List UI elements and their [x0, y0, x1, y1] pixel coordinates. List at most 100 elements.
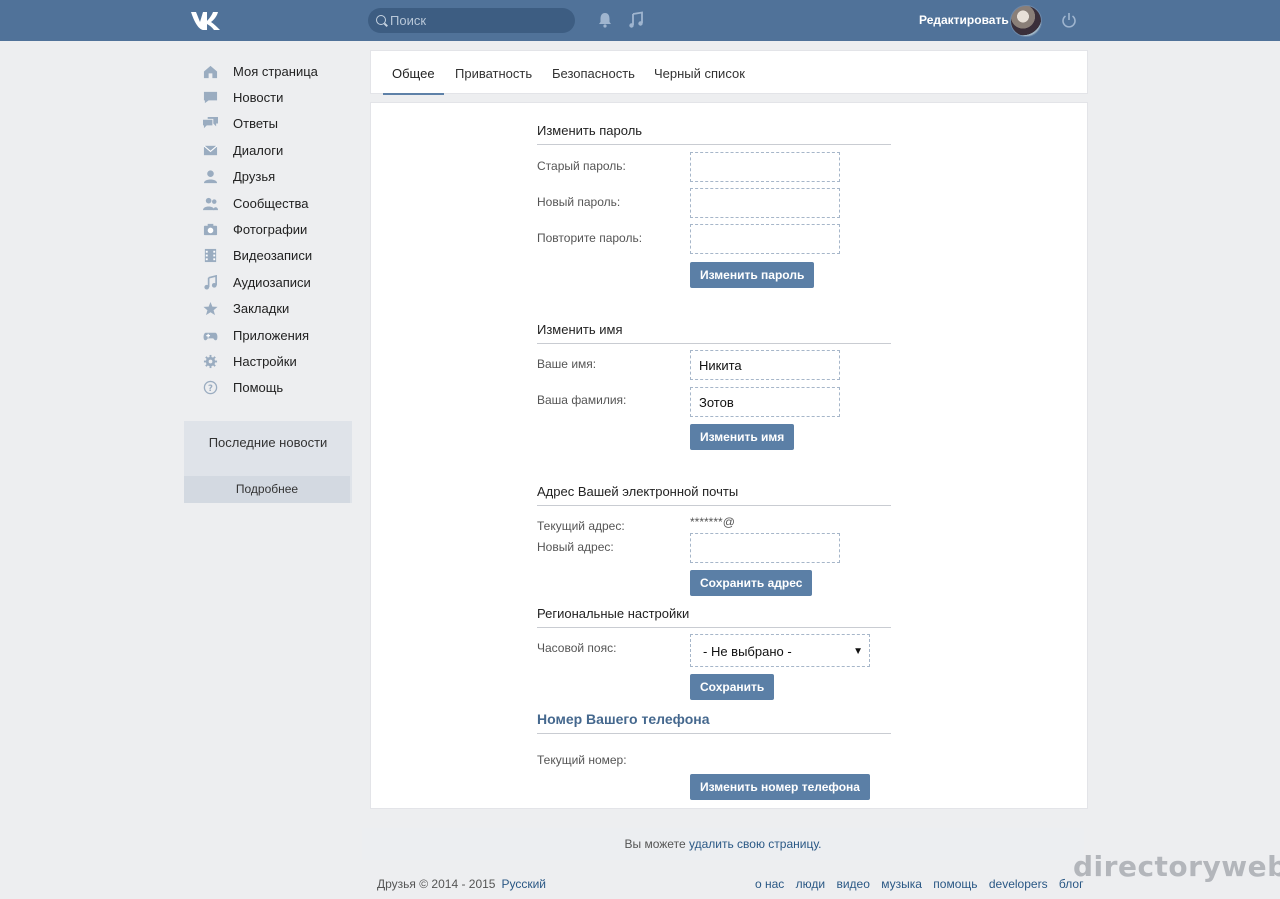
music-icon [202, 274, 218, 290]
current-email-label: Текущий адрес: [537, 519, 625, 533]
top-header: Редактировать [0, 0, 1280, 41]
sidebar-item-label: Настройки [233, 353, 297, 369]
new-password-label: Новый пароль: [537, 195, 621, 209]
more-button[interactable]: Подробнее [184, 476, 350, 503]
change-password-button[interactable]: Изменить пароль [690, 262, 815, 288]
delete-page-prefix: Вы можете [624, 837, 686, 851]
sidebar-item[interactable]: Диалоги [196, 137, 352, 163]
timezone-label: Часовой пояс: [537, 641, 617, 655]
dropdown-arrow-icon: ▼ [853, 646, 863, 657]
footer-link-video[interactable]: видео [836, 877, 869, 891]
save-regional-button[interactable]: Сохранить [690, 674, 775, 700]
friends-icon [202, 169, 218, 185]
sidebar-item-label: Друзья [233, 169, 276, 185]
delete-page-bar: Вы можете удалить свою страницу. [362, 828, 1084, 860]
sidebar-item[interactable]: Видеозаписи [196, 243, 352, 269]
latest-news-block: Последние новости Подробнее [184, 421, 352, 503]
groups-icon [202, 195, 218, 211]
change-phone-button[interactable]: Изменить номер телефона [690, 774, 870, 800]
sidebar-item-label: Моя страница [233, 63, 318, 79]
phone-section-title: Номер Вашего телефона [537, 711, 891, 734]
video-icon [202, 248, 218, 264]
current-email-value: *******@ [690, 515, 735, 529]
name-section-title: Изменить имя [537, 322, 891, 344]
sidebar-item-label: Аудиозаписи [233, 274, 311, 290]
sidebar-item-label: Помощь [233, 380, 284, 396]
bell-icon[interactable] [596, 11, 614, 29]
star-icon [202, 301, 218, 317]
sidebar-item-label: Новости [233, 90, 284, 106]
search-input[interactable] [390, 8, 570, 33]
sidebar-item[interactable]: Настройки [196, 348, 352, 374]
latest-news-title[interactable]: Последние новости [184, 435, 352, 450]
repeat-password-field[interactable] [690, 224, 840, 254]
home-icon [202, 63, 218, 79]
footer-link-help[interactable]: помощь [933, 877, 977, 891]
footer-link-music[interactable]: музыка [881, 877, 922, 891]
old-password-field[interactable] [690, 152, 840, 182]
sidebar-item[interactable]: Аудиозаписи [196, 269, 352, 295]
footer-link-developers[interactable]: developers [989, 877, 1048, 891]
news-icon [202, 90, 218, 106]
sidebar-item-label: Видеозаписи [233, 248, 313, 264]
answers-icon [202, 116, 218, 132]
last-name-field[interactable] [690, 387, 840, 417]
gamepad-icon [202, 327, 218, 343]
save-email-button[interactable]: Сохранить адрес [690, 570, 813, 596]
old-password-label: Старый пароль: [537, 159, 626, 173]
sidebar-item[interactable]: Моя страница [196, 58, 352, 84]
watermark: directorywebru [1073, 850, 1280, 883]
timezone-value: - Не выбрано - [703, 644, 792, 659]
copyright-text: Друзья © 2014 - 2015 [377, 877, 496, 891]
sidebar-item-label: Диалоги [233, 142, 284, 158]
sidebar-item-label: Закладки [233, 301, 290, 317]
sidebar-item-label: Приложения [233, 327, 310, 343]
timezone-select[interactable]: - Не выбрано - ▼ [690, 634, 870, 667]
first-name-field[interactable] [690, 350, 840, 380]
help-icon: ? [202, 380, 218, 396]
last-name-label: Ваша фамилия: [537, 393, 627, 407]
vk-logo-icon[interactable] [190, 9, 222, 31]
change-name-button[interactable]: Изменить имя [690, 424, 795, 450]
watermark-text: directoryweb [1073, 850, 1280, 883]
footer-copyright: Друзья © 2014 - 2015 Русский [377, 877, 546, 891]
new-email-field[interactable] [690, 533, 840, 563]
sidebar-item[interactable]: Сообщества [196, 190, 352, 216]
tab-blacklist[interactable]: Черный список [654, 51, 745, 95]
email-section-title: Адрес Вашей электронной почты [537, 484, 891, 506]
regional-section-title: Региональные настройки [537, 606, 891, 628]
new-email-label: Новый адрес: [537, 540, 614, 554]
sidebar-item[interactable]: Новости [196, 84, 352, 110]
tab-security[interactable]: Безопасность [552, 51, 635, 95]
sidebar-item[interactable]: Фотографии [196, 216, 352, 242]
delete-page-link[interactable]: удалить свою страницу. [689, 837, 822, 851]
sidebar-item[interactable]: Ответы [196, 111, 352, 137]
language-link[interactable]: Русский [501, 877, 546, 891]
footer-link-people[interactable]: люди [796, 877, 825, 891]
tab-general[interactable]: Общее [383, 51, 444, 95]
current-phone-label: Текущий номер: [537, 753, 627, 767]
sidebar-item[interactable]: ? Помощь [196, 375, 352, 401]
power-icon[interactable] [1060, 11, 1078, 29]
music-note-icon[interactable] [627, 11, 645, 29]
sidebar-item[interactable]: Друзья [196, 164, 352, 190]
repeat-password-label: Повторите пароль: [537, 231, 643, 245]
sidebar-item-label: Ответы [233, 116, 278, 132]
messages-icon [202, 142, 218, 158]
avatar[interactable] [1010, 5, 1042, 37]
first-name-label: Ваше имя: [537, 357, 597, 371]
new-password-field[interactable] [690, 188, 840, 218]
tab-privacy[interactable]: Приватность [455, 51, 532, 95]
edit-profile-link[interactable]: Редактировать [919, 13, 1009, 27]
search-icon [376, 15, 386, 25]
sidebar-item-label: Сообщества [233, 195, 309, 211]
settings-tabs: Общее Приватность Безопасность Черный сп… [370, 50, 1088, 95]
footer-link-about[interactable]: о нас [755, 877, 784, 891]
svg-text:?: ? [208, 383, 213, 393]
sidebar-item[interactable]: Закладки [196, 296, 352, 322]
search-box[interactable] [368, 8, 575, 33]
settings-panel: Изменить пароль Старый пароль: Новый пар… [370, 102, 1088, 809]
camera-icon [202, 222, 218, 238]
sidebar-item-label: Фотографии [233, 222, 308, 238]
sidebar-item[interactable]: Приложения [196, 322, 352, 348]
